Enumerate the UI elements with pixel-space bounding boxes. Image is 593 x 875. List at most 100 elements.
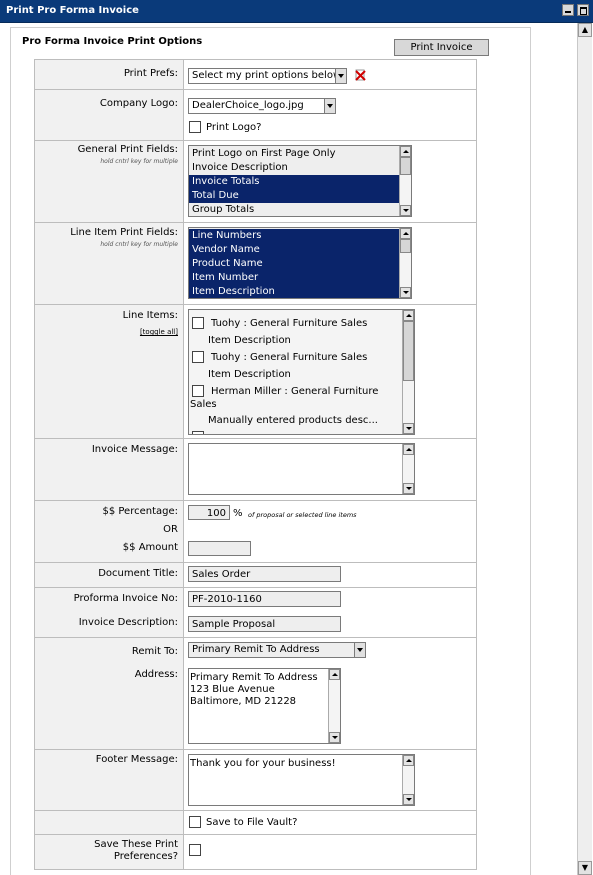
list-option[interactable]: Product Name (189, 257, 399, 271)
general-print-fields-label: General Print Fields: (77, 144, 178, 155)
file-vault-label: Save to File Vault? (206, 817, 298, 828)
list-option[interactable]: Invoice Description (189, 161, 399, 175)
scroll-up-icon[interactable] (400, 146, 411, 157)
footer-message-textarea[interactable]: Thank you for your business! (188, 754, 415, 806)
address-textarea[interactable]: Primary Remit To Address 123 Blue Avenue… (188, 668, 341, 744)
scroll-down-icon[interactable] (400, 287, 411, 298)
list-option[interactable]: Item Description (189, 285, 399, 298)
list-option[interactable]: Invoice Totals (189, 175, 399, 189)
save-prefs-label-line2: Preferences? (113, 851, 178, 862)
maximize-icon[interactable] (577, 4, 589, 16)
row-divider (34, 637, 477, 638)
general-print-fields-listbox[interactable]: Print Logo on First Page Only Invoice Des… (188, 145, 412, 217)
list-option[interactable]: Item Number (189, 271, 399, 285)
toggle-all-link[interactable]: [toggle all] (140, 328, 178, 336)
save-prefs-label-line1: Save These Print (94, 839, 178, 850)
window-title-bar: Print Pro Forma Invoice (0, 0, 593, 23)
scroll-thumb[interactable] (400, 157, 411, 175)
row-divider (34, 810, 477, 811)
address-line: 123 Blue Avenue (190, 684, 275, 695)
chevron-down-icon (354, 643, 365, 657)
address-label: Address: (134, 669, 178, 680)
company-logo-value: DealerChoice_logo.jpg (192, 100, 304, 111)
listbox-scrollbar[interactable] (399, 146, 411, 216)
company-logo-select[interactable]: DealerChoice_logo.jpg (188, 98, 336, 114)
proforma-no-input[interactable]: PF-2010-1160 (188, 591, 341, 607)
window-title: Print Pro Forma Invoice (6, 5, 139, 16)
row-divider (34, 834, 477, 835)
line-items-box: Tuohy : General Furniture Sales Item Des… (188, 309, 415, 435)
line-item-description: Item Description (208, 369, 291, 380)
save-prefs-checkbox[interactable] (189, 844, 201, 856)
scroll-up-icon[interactable] (403, 310, 414, 321)
footer-message-label: Footer Message: (95, 754, 178, 765)
print-prefs-label: Print Prefs: (123, 68, 178, 79)
file-vault-checkbox[interactable] (189, 816, 201, 828)
print-logo-checkbox[interactable] (189, 121, 201, 133)
print-prefs-select[interactable]: Select my print options below (188, 68, 347, 84)
line-item-vendor-wrap: Sales (190, 399, 217, 410)
row-divider (34, 89, 477, 90)
textarea-scrollbar[interactable] (328, 669, 340, 743)
list-option[interactable]: Group Totals (189, 203, 399, 216)
document-title-input[interactable]: Sales Order (188, 566, 341, 582)
remit-to-label: Remit To: (131, 646, 178, 657)
invoice-description-label: Invoice Description: (78, 617, 178, 628)
document-title-label: Document Title: (98, 568, 178, 579)
percent-sign: % (233, 508, 243, 519)
list-option[interactable]: Vendor Name (189, 243, 399, 257)
line-items-label: Line Items: (122, 310, 178, 321)
scroll-up-icon[interactable]: ▲ (578, 23, 592, 37)
line-item-print-fields-label: Line Item Print Fields: (70, 227, 178, 238)
scroll-down-icon[interactable] (403, 483, 414, 494)
row-divider (34, 749, 477, 750)
line-item-checkbox[interactable] (192, 351, 204, 363)
print-prefs-value: Select my print options below (192, 70, 342, 81)
delete-icon[interactable] (355, 69, 366, 81)
row-divider (34, 222, 477, 223)
line-items-scrollbar[interactable] (402, 310, 414, 434)
row-divider (34, 562, 477, 563)
minimize-icon[interactable] (562, 4, 574, 16)
invoice-description-input[interactable]: Sample Proposal (188, 616, 341, 632)
line-item-description: Manually entered products desc... (208, 415, 378, 426)
listbox-scrollbar[interactable] (399, 228, 411, 298)
line-item-checkbox[interactable] (192, 317, 204, 329)
line-item-checkbox[interactable] (192, 431, 204, 434)
amount-input[interactable] (188, 541, 251, 556)
remit-to-value: Primary Remit To Address (192, 644, 320, 655)
scroll-thumb[interactable] (400, 239, 411, 253)
list-option[interactable]: Line Numbers (189, 229, 399, 243)
line-item-description: Item Description (208, 335, 291, 346)
line-item-checkbox[interactable] (192, 385, 204, 397)
scroll-down-icon[interactable]: ▼ (578, 861, 592, 875)
invoice-message-textarea[interactable] (188, 443, 415, 495)
chevron-down-icon (335, 69, 346, 83)
textarea-scrollbar[interactable] (402, 444, 414, 494)
general-print-fields-hint: hold cntrl key for multiple (100, 158, 178, 165)
percentage-note: of proposal or selected line items (248, 511, 357, 519)
remit-to-select[interactable]: Primary Remit To Address (188, 642, 366, 658)
print-invoice-button[interactable]: Print Invoice (394, 39, 489, 56)
scroll-up-icon[interactable] (329, 669, 340, 680)
scroll-down-icon[interactable] (329, 732, 340, 743)
line-item-print-fields-listbox[interactable]: Line Numbers Vendor Name Product Name Item … (188, 227, 412, 299)
page-scrollbar[interactable]: ▲ ▼ (577, 23, 592, 875)
scroll-up-icon[interactable] (400, 228, 411, 239)
list-option[interactable]: Total Due (189, 189, 399, 203)
scroll-up-icon[interactable] (403, 444, 414, 455)
company-logo-label: Company Logo: (99, 98, 178, 109)
or-label: OR (163, 524, 178, 535)
scroll-up-icon[interactable] (403, 755, 414, 766)
scroll-thumb[interactable] (403, 321, 414, 381)
invoice-message-label: Invoice Message: (91, 444, 178, 455)
textarea-scrollbar[interactable] (402, 755, 414, 805)
amount-label: $$ Amount (122, 542, 178, 553)
scroll-down-icon[interactable] (403, 794, 414, 805)
scroll-down-icon[interactable] (400, 205, 411, 216)
scroll-down-icon[interactable] (403, 423, 414, 434)
line-item-vendor: Tuohy : General Furniture Sales (211, 352, 368, 363)
list-option[interactable]: Print Logo on First Page Only (189, 147, 399, 161)
footer-message-value: Thank you for your business! (190, 758, 336, 769)
percentage-input[interactable]: 100 (188, 505, 230, 520)
